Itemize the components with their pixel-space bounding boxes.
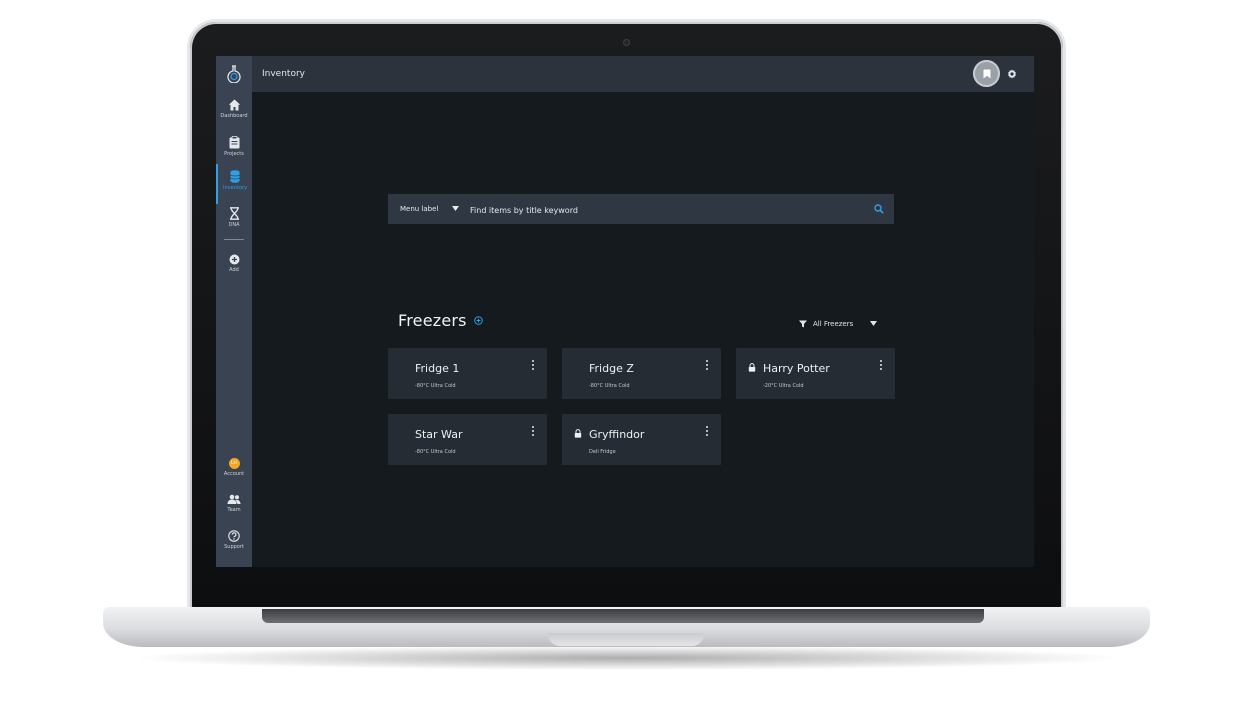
sidebar-item-label: Add [229, 267, 239, 273]
search-input[interactable] [468, 200, 852, 220]
sidebar: Dashboard Projects Inventory DNA Add LH … [216, 56, 252, 567]
more-options-icon[interactable] [530, 426, 536, 440]
freezer-subtitle: -20°C Ultra Cold [763, 383, 804, 389]
caret-down-icon[interactable] [452, 206, 459, 211]
user-avatar[interactable] [973, 60, 1000, 87]
freezer-name: Fridge 1 [415, 362, 460, 375]
freezer-subtitle: Deli Fridge [589, 449, 616, 455]
freezer-subtitle: -80°C Ultra Cold [589, 383, 630, 389]
app-logo[interactable] [226, 65, 242, 83]
freezer-subtitle: -80°C Ultra Cold [415, 449, 456, 455]
sidebar-item-support[interactable]: Support [216, 530, 252, 550]
freezer-subtitle: -80°C Ultra Cold [415, 383, 456, 389]
sidebar-item-label: Dashboard [220, 113, 248, 119]
sidebar-item-add[interactable]: Add [216, 254, 252, 273]
search-bar: Menu label [388, 194, 894, 224]
sidebar-item-account[interactable]: LH Account [216, 458, 252, 477]
database-icon [230, 170, 240, 183]
sidebar-item-dna[interactable]: DNA [216, 207, 252, 228]
app-screen: Dashboard Projects Inventory DNA Add LH … [216, 56, 1034, 567]
dna-icon [229, 207, 239, 220]
lock-icon [574, 429, 582, 438]
freezer-name: Harry Potter [763, 362, 830, 375]
team-icon [227, 494, 241, 504]
sidebar-item-projects[interactable]: Projects [216, 136, 252, 157]
freezer-name: Star War [415, 428, 463, 441]
freezer-card[interactable]: Fridge Z -80°C Ultra Cold [562, 348, 721, 399]
sidebar-divider [224, 239, 244, 240]
lock-icon [748, 363, 756, 372]
sidebar-item-label: DNA [228, 222, 240, 228]
filter-label: All Freezers [813, 320, 854, 328]
top-bar: Inventory [252, 56, 1034, 92]
flask-logo-icon [227, 65, 241, 83]
clipboard-icon [229, 136, 239, 149]
sidebar-item-label: Account [223, 471, 245, 477]
search-icon[interactable] [874, 204, 884, 214]
sidebar-item-label: Inventory [223, 185, 247, 191]
more-options-icon[interactable] [704, 360, 710, 374]
page-title: Inventory [262, 69, 305, 79]
menu-label-dropdown[interactable]: Menu label [400, 205, 438, 213]
home-icon [228, 99, 240, 111]
more-options-icon[interactable] [878, 360, 884, 374]
sidebar-item-inventory[interactable]: Inventory [216, 164, 252, 204]
sidebar-item-dashboard[interactable]: Dashboard [216, 99, 252, 119]
sidebar-item-label: Team [227, 507, 241, 513]
gear-icon[interactable] [1007, 69, 1017, 79]
help-icon [228, 530, 240, 542]
freezer-card[interactable]: Star War -80°C Ultra Cold [388, 414, 547, 465]
freezer-card[interactable]: Gryffindor Deli Fridge [562, 414, 721, 465]
more-options-icon[interactable] [704, 426, 710, 440]
add-freezer-icon[interactable] [474, 316, 483, 325]
sidebar-item-label: Projects [224, 151, 244, 157]
sidebar-item-label: Support [224, 544, 244, 550]
freezer-card[interactable]: Fridge 1 -80°C Ultra Cold [388, 348, 547, 399]
laptop-shadow [140, 646, 1115, 670]
freezer-name: Fridge Z [589, 362, 634, 375]
section-title: Freezers [398, 311, 467, 330]
caret-down-icon [870, 321, 877, 326]
plus-circle-icon [229, 254, 239, 265]
account-avatar-icon: LH [228, 458, 240, 469]
freezer-filter-dropdown[interactable]: All Freezers [799, 318, 877, 330]
more-options-icon[interactable] [530, 360, 536, 374]
freezer-name: Gryffindor [589, 428, 645, 441]
webcam [623, 39, 630, 46]
filter-icon [799, 320, 807, 328]
freezer-card[interactable]: Harry Potter -20°C Ultra Cold [736, 348, 895, 399]
laptop-hinge [262, 609, 984, 623]
bookmark-icon [983, 69, 990, 78]
sidebar-item-team[interactable]: Team [216, 494, 252, 513]
laptop-notch [548, 633, 704, 646]
